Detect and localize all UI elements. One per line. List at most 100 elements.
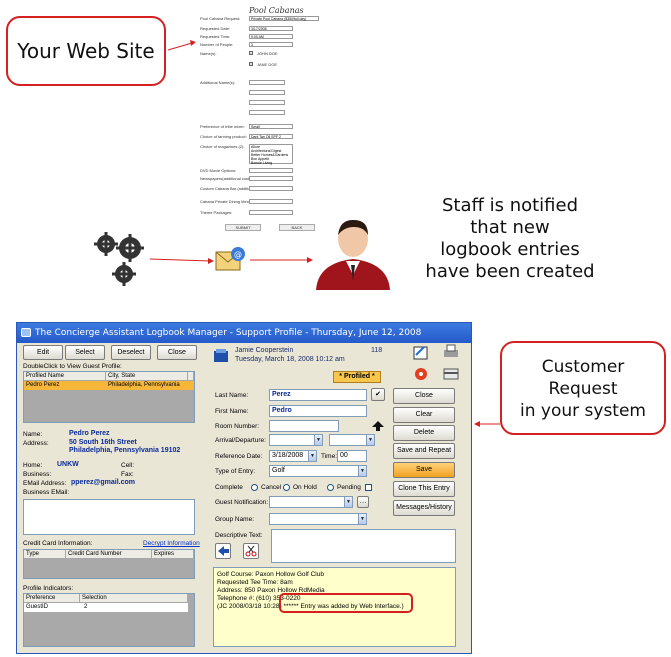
scroll-head [188, 372, 194, 381]
webform-magazine-list[interactable]: Allure Architectural Digest Better Homes&G… [249, 144, 293, 165]
business-email-box[interactable] [23, 499, 195, 535]
webform-field-label: Number of People: [200, 42, 234, 47]
back-arrow-button[interactable] [215, 543, 231, 559]
fax-label: Fax: [121, 471, 134, 478]
decrypt-link[interactable]: Decrypt Information [143, 540, 200, 547]
logbook-manager-window: The Concierge Assistant Logbook Manager … [16, 322, 472, 654]
save-button[interactable]: Save [393, 462, 455, 478]
room-input[interactable] [269, 420, 339, 432]
cancel-label: Cancel [261, 484, 282, 491]
arrival-label: Arrival/Departure: [215, 437, 266, 444]
indicator-pref: GuestID [26, 604, 49, 610]
close-button[interactable]: Close [393, 388, 455, 404]
first-name-input[interactable]: Pedro [269, 405, 367, 417]
arrow-to-webform [167, 40, 196, 51]
indicators-grid: Preference Selection GuestID 2 [23, 593, 195, 647]
time-label: Time: [321, 453, 338, 460]
note-line: Golf Course: Paxon Hollow Golf Club [217, 571, 324, 578]
guest-notif-more-button[interactable]: … [357, 496, 369, 508]
type-select[interactable]: Golf ▼ [269, 465, 367, 477]
last-name-label: Last Name: [215, 392, 249, 399]
clear-button[interactable]: Clear [393, 407, 455, 423]
webform-select[interactable]: 3/17/2008 [249, 26, 293, 31]
guest-notif-select[interactable]: ▼ [269, 496, 353, 508]
cut-button[interactable] [243, 543, 259, 559]
col-type: Type [24, 550, 66, 559]
cell-label: Cell: [121, 462, 135, 469]
webform-select[interactable]: Small [249, 124, 293, 129]
webform-select[interactable] [249, 168, 293, 173]
up-arrow-icon[interactable] [371, 420, 385, 432]
webform-text-input[interactable] [249, 80, 285, 85]
name-label: Name: [23, 431, 43, 438]
webform-field-label: Name(s): [200, 51, 217, 56]
chevron-down-icon: ▼ [358, 466, 366, 476]
group-select[interactable]: ▼ [269, 513, 367, 525]
deselect-button[interactable]: Deselect [111, 345, 151, 360]
save-and-repeat-button[interactable]: Save and Repeat [393, 443, 455, 459]
clone-entry-button[interactable]: Clone This Entry [393, 481, 455, 497]
cancel-radio[interactable] [283, 484, 290, 491]
delete-button[interactable]: Delete [393, 425, 455, 441]
pending-checkbox[interactable] [365, 484, 372, 491]
webform-text-input[interactable] [249, 100, 285, 105]
col-card-number: Credit Card Number [66, 550, 152, 559]
webform-select[interactable]: Private Pool Cabana ($350/full day) [249, 16, 319, 21]
printer-icon[interactable] [442, 343, 460, 361]
notes-icon[interactable] [412, 343, 430, 361]
address-line2: Philadelphia, Pennsylvania 19102 [69, 447, 181, 454]
webform-select[interactable] [249, 210, 293, 215]
select-button[interactable]: Select [65, 345, 105, 360]
webform-field-label: Choice of magazines (2): [200, 144, 245, 149]
webform-select[interactable]: 3 [249, 42, 293, 47]
cc-label: Credit Card Information: [23, 540, 93, 547]
window-title: The Concierge Assistant Logbook Manager … [35, 328, 422, 338]
desc-textarea[interactable] [271, 529, 456, 563]
group-label: Group Name: [215, 516, 255, 523]
webform-select[interactable]: Dark Tan Oil SPF 2 [249, 134, 293, 139]
webform-select[interactable] [249, 186, 293, 191]
card-icon[interactable] [442, 365, 460, 383]
staff-person-icon [316, 219, 390, 290]
webform-field-value: JANE DOE [257, 62, 278, 67]
alert-icon[interactable] [412, 365, 430, 383]
edit-button[interactable]: Edit [23, 345, 63, 360]
email-value: pperez@gmail.com [71, 479, 136, 486]
time-input[interactable]: 00 [337, 450, 367, 462]
onhold-radio[interactable] [327, 484, 334, 491]
webform-field-label: DVD Movie Options: [200, 168, 237, 173]
entry-number: 118 [371, 347, 383, 354]
magazine-option[interactable]: Bonnie Living [251, 161, 292, 165]
address-label: Address: [23, 440, 49, 447]
web-form-thumbnail: Pool Cabanas Pool Cabana Request: Private… [197, 6, 325, 232]
callout-text: Your Web Site [17, 39, 155, 63]
complete-radio[interactable] [251, 484, 258, 491]
desc-label: Descriptive Text: [215, 532, 263, 539]
indicator-row[interactable]: GuestID [24, 603, 188, 612]
check-name-button[interactable]: ✔ [371, 388, 385, 401]
staff-notified-text: Staff is notified that new logbook entri… [410, 195, 610, 283]
entry-date: Tuesday, March 18, 2008 10:12 am [235, 356, 345, 363]
messages-history-button[interactable]: Messages/History [393, 500, 455, 516]
ref-date-label: Reference Date: [215, 453, 263, 460]
email-label: EMail Address: [23, 480, 67, 487]
room-label: Room Number: [215, 423, 260, 430]
webform-checkbox[interactable] [249, 51, 253, 55]
profile-hint: DoubleClick to View Guest Profile: [23, 363, 122, 370]
arrow-to-window [474, 421, 500, 427]
webform-text-input[interactable] [249, 110, 285, 115]
arrival-select[interactable]: ▼ [269, 434, 323, 446]
ref-date-input[interactable]: 3/18/2008 ▼ [269, 450, 317, 462]
close-profile-button[interactable]: Close [157, 345, 197, 360]
submit-button[interactable]: SUBMIT [225, 224, 261, 231]
webform-select[interactable] [249, 199, 293, 204]
last-name-input[interactable]: Perez [269, 389, 367, 401]
webform-checkbox[interactable] [249, 62, 253, 66]
notice-line: Staff is notified [441, 195, 579, 216]
webform-text-input[interactable] [249, 90, 285, 95]
customer-request-callout: Customer Request in your system [500, 341, 666, 435]
webform-select[interactable]: 9:00 AM [249, 34, 293, 39]
departure-select[interactable]: ▼ [329, 434, 375, 446]
webform-select[interactable] [249, 176, 293, 181]
webform-field-label: Requested Time: [200, 34, 231, 39]
